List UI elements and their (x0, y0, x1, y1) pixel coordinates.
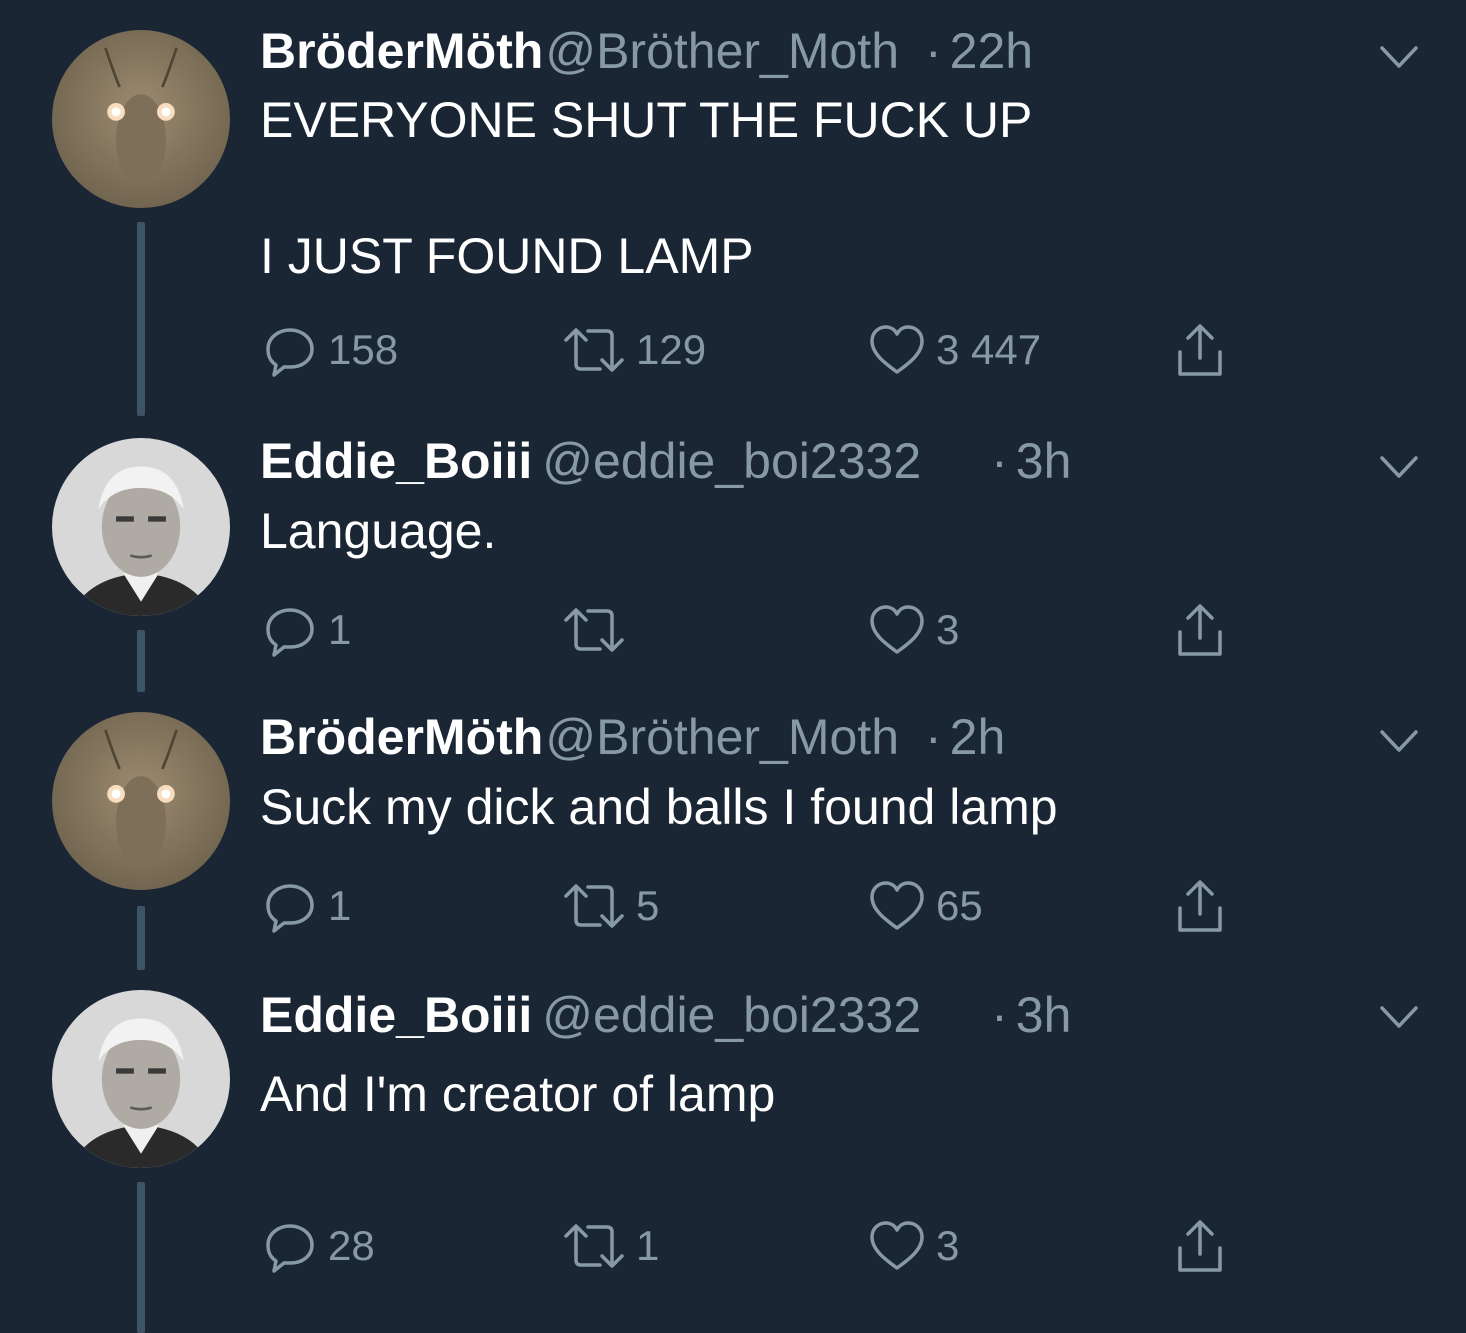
share-button[interactable] (1170, 322, 1230, 380)
thread-line (137, 630, 145, 692)
moth-avatar-image (52, 30, 230, 208)
chevron-down-icon[interactable] (1378, 42, 1420, 72)
retweet-icon (564, 884, 624, 928)
separator-dot: · (925, 23, 942, 79)
retweet-icon (564, 608, 624, 652)
reply-count: 28 (328, 1222, 375, 1269)
tweet-actions: 28 1 3 (262, 1218, 1242, 1274)
like-button[interactable]: 3 (868, 1218, 959, 1274)
like-count: 65 (936, 882, 983, 929)
tweet-header: BröderMöth @Bröther_Moth · 22h (260, 22, 1033, 80)
user-handle[interactable]: @Bröther_Moth (545, 22, 899, 80)
display-name[interactable]: BröderMöth (260, 708, 543, 766)
moth-avatar-image (52, 712, 230, 890)
avatar[interactable] (52, 438, 230, 616)
reply-button[interactable]: 1 (262, 878, 351, 934)
share-icon (1178, 604, 1222, 656)
reply-icon (266, 884, 314, 933)
like-count: 3 447 (936, 326, 1042, 373)
tweet-text: Suck my dick and balls I found lamp (260, 779, 1058, 835)
retweet-button[interactable]: 5 (562, 878, 659, 934)
retweet-icon (564, 328, 624, 372)
like-count: 3 (936, 1222, 960, 1269)
reply-icon (266, 328, 314, 377)
share-button[interactable] (1170, 1218, 1230, 1276)
tweet-text: EVERYONE SHUT THE FUCK UP I JUST FOUND L… (260, 92, 1033, 284)
tweet-header: Eddie_Boiii @eddie_boi2332 · 3h (260, 432, 1071, 490)
tweet-actions: 158 129 3 447 (262, 322, 1242, 378)
like-count: 3 (936, 606, 960, 653)
retweet-button[interactable]: 129 (562, 322, 706, 378)
like-button[interactable]: 3 (868, 602, 959, 658)
thread-line (137, 906, 145, 970)
reply-icon (266, 1224, 314, 1273)
retweet-count: 1 (636, 1222, 660, 1269)
like-button[interactable]: 65 (868, 878, 983, 934)
separator-dot: · (991, 987, 1008, 1043)
user-handle[interactable]: @Bröther_Moth (545, 708, 899, 766)
timestamp[interactable]: 3h (1016, 432, 1072, 490)
reply-count: 158 (328, 326, 399, 373)
reply-icon (266, 608, 314, 657)
avatar[interactable] (52, 30, 230, 208)
share-icon (1178, 880, 1222, 932)
heart-icon (870, 605, 924, 654)
tweet-text: Language. (260, 503, 497, 559)
share-button[interactable] (1170, 878, 1230, 936)
chevron-down-icon[interactable] (1378, 1002, 1420, 1032)
heart-icon (870, 881, 924, 930)
separator-dot: · (925, 709, 942, 765)
reply-count: 1 (328, 882, 352, 929)
tweet-header: Eddie_Boiii @eddie_boi2332 · 3h (260, 986, 1071, 1044)
display-name[interactable]: BröderMöth (260, 22, 543, 80)
edison-avatar-image (52, 990, 230, 1168)
retweet-button[interactable] (562, 602, 636, 658)
tweet-actions: 1 3 (262, 602, 1242, 658)
thread-line (137, 222, 145, 416)
reply-count: 1 (328, 606, 352, 653)
retweet-count: 5 (636, 882, 660, 929)
display-name[interactable]: Eddie_Boiii (260, 432, 532, 490)
user-handle[interactable]: @eddie_boi2332 (542, 432, 921, 490)
reply-button[interactable]: 1 (262, 602, 351, 658)
share-button[interactable] (1170, 602, 1230, 660)
reply-button[interactable]: 158 (262, 322, 398, 378)
tweet-text: And I'm creator of lamp (260, 1066, 776, 1122)
retweet-icon (564, 1224, 624, 1268)
heart-icon (870, 325, 924, 374)
retweet-count: 129 (636, 326, 707, 373)
share-icon (1178, 324, 1222, 376)
share-icon (1178, 1220, 1222, 1272)
timestamp[interactable]: 3h (1016, 986, 1072, 1044)
chevron-down-icon[interactable] (1378, 452, 1420, 482)
reply-button[interactable]: 28 (262, 1218, 375, 1274)
user-handle[interactable]: @eddie_boi2332 (542, 986, 921, 1044)
tweet-header: BröderMöth @Bröther_Moth · 2h (260, 708, 1005, 766)
separator-dot: · (991, 433, 1008, 489)
avatar[interactable] (52, 712, 230, 890)
thread-line (137, 1182, 145, 1333)
like-button[interactable]: 3 447 (868, 322, 1041, 378)
display-name[interactable]: Eddie_Boiii (260, 986, 532, 1044)
heart-icon (870, 1221, 924, 1270)
tweet-actions: 1 5 65 (262, 878, 1242, 934)
timestamp[interactable]: 2h (950, 708, 1006, 766)
timestamp[interactable]: 22h (950, 22, 1033, 80)
chevron-down-icon[interactable] (1378, 726, 1420, 756)
retweet-button[interactable]: 1 (562, 1218, 659, 1274)
avatar[interactable] (52, 990, 230, 1168)
edison-avatar-image (52, 438, 230, 616)
